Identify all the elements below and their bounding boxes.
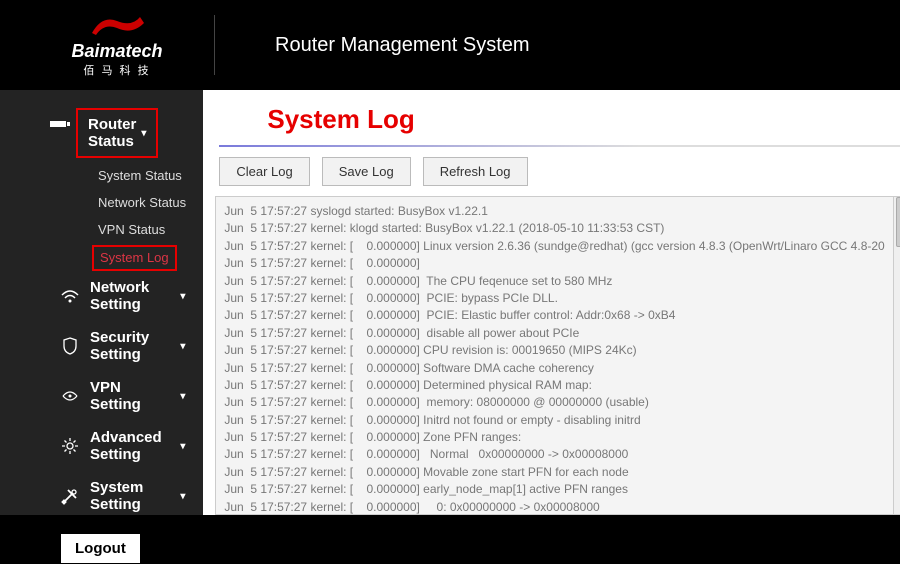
caret-down-icon: ▾ [180,391,185,402]
gear-icon [60,436,80,456]
logout-button[interactable]: Logout [60,533,141,564]
brand-name: Baimatech [71,41,162,62]
caret-down-icon: ▾ [180,441,185,452]
sidebar-item-router-status[interactable]: Router Status ▾ [76,108,158,158]
log-scrollbar[interactable] [894,196,900,515]
sidebar: Router Status ▾ System Status Network St… [0,90,203,515]
caret-down-icon: ▾ [180,491,185,502]
app-title: Router Management System [275,34,530,57]
sidebar-item-vpn-setting[interactable]: VPN Setting ▾ [0,371,203,421]
sidebar-sub-system-log-highlight[interactable]: System Log [92,245,177,271]
sidebar-item-system-setting[interactable]: System Setting ▾ [0,471,203,521]
caret-down-icon: ▾ [180,341,185,352]
signal-icon [60,386,80,406]
caret-down-icon: ▾ [180,291,185,302]
app-header: Baimatech 佰 马 科 技 Router Management Syst… [0,0,900,90]
router-status-icon [50,116,70,133]
sidebar-sub-system-status[interactable]: System Status [0,162,203,189]
log-textarea[interactable]: Jun 5 17:57:27 syslogd started: BusyBox … [215,196,893,515]
tools-icon [60,486,80,506]
shield-icon [60,336,80,356]
brand-logo: Baimatech 佰 马 科 技 [20,15,215,75]
system-setting-label: System Setting [90,479,175,513]
brand-name-cn: 佰 马 科 技 [83,62,150,78]
clear-log-button[interactable]: Clear Log [219,157,309,186]
sidebar-item-advanced-setting[interactable]: Advanced Setting ▾ [0,421,203,471]
sidebar-item-network-setting[interactable]: Network Setting ▾ [0,271,203,321]
page-title: System Log [203,90,900,145]
main-content: System Log Clear Log Save Log Refresh Lo… [203,90,900,515]
sidebar-sub-system-log: System Log [100,250,169,265]
caret-down-icon: ▾ [141,128,146,139]
action-button-row: Clear Log Save Log Refresh Log [203,157,900,196]
sidebar-item-security-setting[interactable]: Security Setting ▾ [0,321,203,371]
network-setting-label: Network Setting [90,279,175,313]
sidebar-sub-network-status[interactable]: Network Status [0,189,203,216]
horse-icon [77,13,157,39]
title-divider [219,145,900,147]
vpn-setting-label: VPN Setting [90,379,175,413]
wifi-icon [60,286,80,306]
refresh-log-button[interactable]: Refresh Log [423,157,528,186]
save-log-button[interactable]: Save Log [322,157,411,186]
security-setting-label: Security Setting [90,329,175,363]
advanced-setting-label: Advanced Setting [90,429,175,463]
sidebar-sub-vpn-status[interactable]: VPN Status [0,216,203,243]
router-status-label: Router Status [88,116,136,150]
